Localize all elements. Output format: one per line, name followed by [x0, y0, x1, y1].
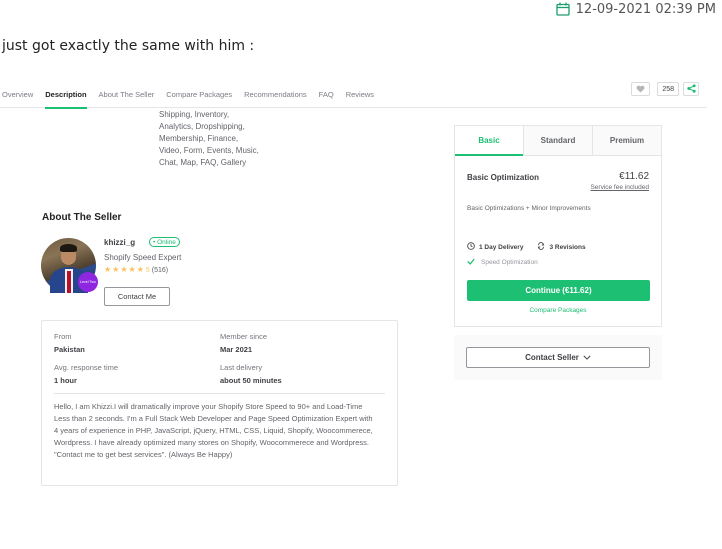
continue-button[interactable]: Continue (€11.62)	[467, 280, 650, 301]
review-count[interactable]: (516)	[152, 267, 168, 274]
feature-label: Speed Optimization	[481, 259, 538, 266]
tab-reviews[interactable]: Reviews	[346, 84, 374, 108]
description-line: Video, Form, Events, Music,	[159, 146, 259, 155]
stat-last-delivery: Last delivery about 50 minutes	[220, 363, 282, 385]
share-icon	[686, 80, 696, 98]
star-icon: ★	[112, 265, 120, 274]
stat-label: From	[54, 332, 72, 341]
tab-recommendations[interactable]: Recommendations	[244, 84, 307, 108]
stat-label: Avg. response time	[54, 363, 119, 372]
package-name: Basic Optimization	[467, 173, 540, 182]
contact-seller-label: Contact Seller	[525, 353, 579, 362]
gig-actions: 258	[631, 82, 699, 96]
compare-packages-link[interactable]: Compare Packages	[455, 307, 661, 314]
stat-member-since: Member since Mar 2021	[220, 332, 267, 354]
seller-bio: Hello, I am Khizzi.I will dramatically i…	[54, 402, 373, 459]
package-price: €11.62	[619, 171, 649, 182]
avatar-hair	[60, 244, 77, 252]
package-feature: Speed Optimization	[467, 258, 538, 267]
revisions-count: 3 Revisions	[549, 243, 586, 251]
service-fee-link[interactable]: Service fee included	[590, 184, 649, 191]
share-button[interactable]	[683, 82, 699, 96]
star-icon: ★	[120, 265, 128, 274]
stat-value: Pakistan	[54, 345, 85, 354]
tab-faq[interactable]: FAQ	[319, 84, 334, 108]
stat-value: Mar 2021	[220, 345, 253, 354]
gig-nav: Overview Description About The Seller Co…	[0, 82, 707, 109]
seller-rating: ★ ★ ★ ★ ★ 5 (516)	[104, 266, 168, 274]
favorite-button[interactable]	[631, 80, 651, 98]
stat-label: Member since	[220, 332, 268, 341]
divider	[54, 393, 385, 394]
clock-icon	[467, 242, 475, 252]
calendar-icon	[556, 2, 570, 16]
timestamp-text: 12-09-2021 02:39 PM	[575, 1, 716, 17]
tab-overview[interactable]: Overview	[2, 84, 33, 108]
package-tabs: Basic Standard Premium	[455, 126, 661, 156]
rating-score: 5	[145, 266, 150, 274]
star-icon: ★	[136, 265, 144, 274]
tab-description[interactable]: Description	[45, 84, 87, 109]
post-timestamp: 12-09-2021 02:39 PM	[556, 0, 716, 18]
contact-seller-button[interactable]: Contact Seller	[466, 347, 650, 368]
description-line: Analytics, Dropshipping,	[159, 122, 245, 131]
tab-compare-packages[interactable]: Compare Packages	[166, 84, 232, 108]
stat-value: about 50 minutes	[220, 376, 282, 385]
online-status-badge: • Online	[149, 237, 180, 247]
package-card: Basic Standard Premium Basic Optimizatio…	[454, 125, 662, 327]
tab-about-seller[interactable]: About The Seller	[99, 84, 155, 108]
seller-avatar[interactable]: Level Two	[41, 238, 98, 293]
star-icon: ★	[128, 265, 136, 274]
check-icon	[467, 258, 475, 267]
package-tab-standard[interactable]: Standard	[523, 126, 592, 155]
stat-value: 1 hour	[54, 376, 77, 385]
avatar-tie	[67, 271, 71, 293]
heart-icon	[636, 80, 645, 98]
revisions-icon	[537, 242, 545, 252]
description-line: Shipping, Inventory,	[159, 110, 230, 119]
about-seller-heading: About The Seller	[42, 212, 122, 223]
stat-from: From Pakistan	[54, 332, 85, 354]
contact-seller-panel: Contact Seller	[454, 335, 662, 380]
stat-response-time: Avg. response time 1 hour	[54, 363, 118, 385]
package-meta: 1 Day Delivery 3 Revisions	[467, 242, 586, 252]
contact-me-button[interactable]: Contact Me	[104, 287, 170, 306]
description-line: Chat, Map, FAQ, Gallery	[159, 158, 247, 167]
stat-label: Last delivery	[220, 363, 263, 372]
description-line: Membership, Finance,	[159, 134, 239, 143]
chevron-down-icon	[583, 353, 591, 362]
description-text: Shipping, Inventory, Analytics, Dropship…	[159, 109, 259, 169]
seller-username[interactable]: khizzi_g	[104, 238, 135, 247]
star-icon: ★	[104, 265, 112, 274]
level-badge: Level Two	[78, 272, 98, 292]
package-description: Basic Optimizations + Minor Improvements	[467, 205, 591, 212]
post-text: just got exactly the same with him :	[2, 38, 255, 54]
seller-title: Shopify Speed Expert	[104, 253, 182, 262]
package-tab-premium[interactable]: Premium	[592, 126, 661, 155]
delivery-time: 1 Day Delivery	[479, 243, 524, 251]
seller-stats-card: From Pakistan Member since Mar 2021 Avg.…	[41, 320, 398, 486]
package-tab-basic[interactable]: Basic	[455, 126, 523, 156]
favorite-count: 258	[657, 82, 679, 96]
